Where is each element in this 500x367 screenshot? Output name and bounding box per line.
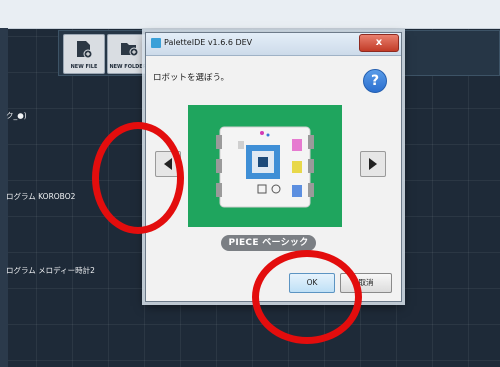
app-icon <box>151 38 161 48</box>
ide-top-bar <box>0 0 500 29</box>
new-file-button[interactable]: NEW FILE <box>63 34 105 74</box>
dialog-title-bar[interactable]: PaletteIDE v1.6.6 DEV x <box>146 33 401 56</box>
new-folder-button[interactable]: NEW FOLDER <box>107 34 149 74</box>
program-list-item[interactable]: ク_●) <box>6 110 27 121</box>
next-robot-button[interactable] <box>360 151 386 177</box>
robot-preview-panel <box>188 105 342 227</box>
dialog-title: PaletteIDE v1.6.6 DEV <box>164 38 253 47</box>
new-folder-icon <box>121 43 138 56</box>
program-list-item[interactable]: ログラム KOROBO2 <box>6 191 75 202</box>
new-file-icon <box>77 41 92 58</box>
robot-name-label: PIECE ベーシック <box>221 235 316 251</box>
annotation-circle-previous-arrow <box>92 122 184 234</box>
arrow-right-icon <box>369 158 377 170</box>
dialog-prompt: ロボットを選ぼう。 <box>153 73 229 83</box>
annotation-circle-ok-button <box>252 250 362 344</box>
robot-board-image <box>216 126 314 208</box>
help-button[interactable]: ? <box>363 69 387 93</box>
close-icon: x <box>375 37 383 48</box>
new-folder-label: NEW FOLDER <box>109 64 147 70</box>
program-list-item[interactable]: ログラム メロディー時計2 <box>6 265 95 276</box>
close-button[interactable]: x <box>359 34 399 52</box>
help-icon: ? <box>370 73 380 89</box>
new-file-label: NEW FILE <box>70 64 98 70</box>
